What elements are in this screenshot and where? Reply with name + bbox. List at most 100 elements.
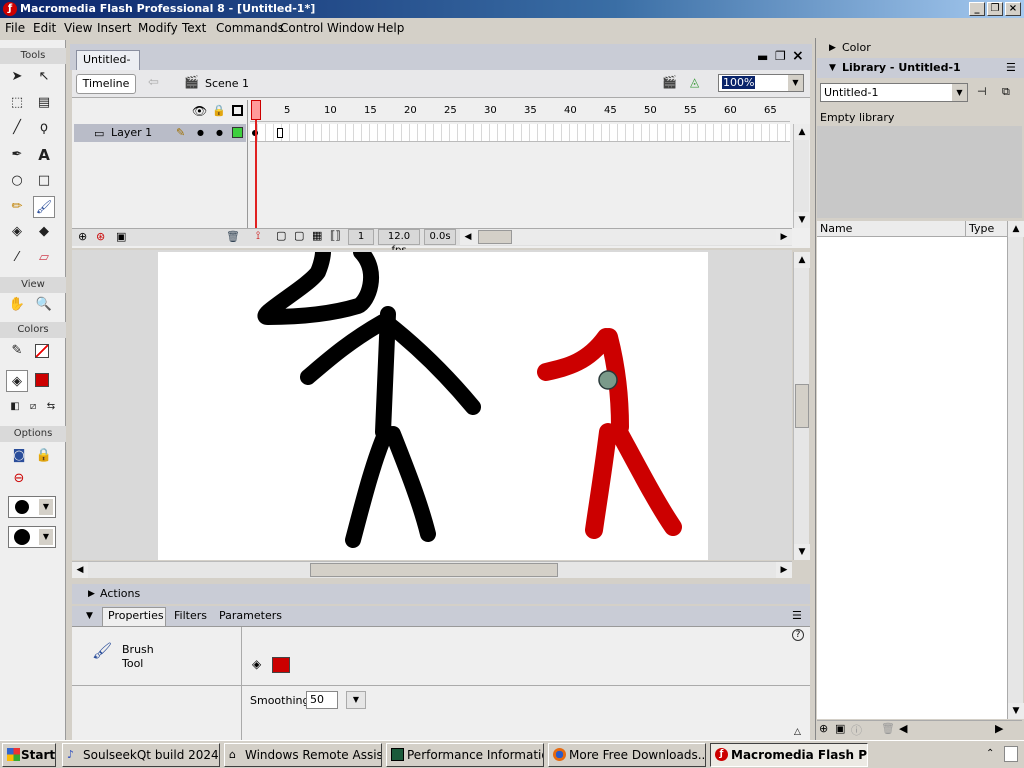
menu-window[interactable]: Window — [327, 21, 374, 35]
expand-arrow-icon[interactable]: ▶ — [88, 584, 95, 604]
chevron-down-icon[interactable]: ▼ — [952, 84, 967, 101]
edit-multiple-icon[interactable]: ▦ — [312, 229, 322, 242]
tab-filters[interactable]: Filters — [174, 609, 207, 622]
timeline-hscroll[interactable]: ◀ ▶ — [460, 229, 792, 245]
layer-lock-dot-icon[interactable]: ● — [216, 124, 223, 142]
stage-canvas[interactable] — [158, 244, 708, 560]
menu-insert[interactable]: Insert — [97, 21, 131, 35]
insert-layer-icon[interactable]: ⊕ — [78, 230, 87, 243]
properties-icon[interactable]: ⓘ — [851, 722, 862, 738]
scene-label[interactable]: Scene 1 — [205, 77, 249, 90]
text-tool-icon[interactable]: A — [33, 144, 55, 166]
brush-mode-select-icon[interactable]: ⊖ — [8, 468, 30, 490]
scroll-right-icon[interactable]: ▶ — [776, 229, 792, 245]
stroke-color-swatch[interactable] — [35, 344, 49, 358]
collapse-arrow-icon[interactable]: ▼ — [829, 58, 836, 78]
doc-minimize-icon[interactable]: ▬ — [757, 50, 768, 64]
library-panel-header[interactable]: ▼ Library - Untitled-1 ☰ — [817, 58, 1024, 78]
show-hide-eye-icon[interactable]: 👁 — [192, 104, 207, 118]
menu-control[interactable]: Control — [280, 21, 323, 35]
hand-tool-icon[interactable]: ✋ — [6, 294, 28, 316]
expand-panel-icon[interactable]: △ — [794, 727, 801, 737]
edit-symbols-icon[interactable]: ◬ — [690, 75, 699, 89]
minimize-button[interactable]: _ — [969, 2, 985, 16]
frame-row[interactable] — [250, 124, 790, 142]
oval-tool-icon[interactable]: ○ — [6, 170, 28, 192]
timeline-toggle-button[interactable]: Timeline — [76, 74, 136, 94]
tab-properties[interactable]: Properties — [108, 609, 164, 622]
menu-help[interactable]: Help — [377, 21, 404, 35]
tray-expand-icon[interactable]: ⌃ — [986, 744, 1000, 764]
paint-bucket-tool-icon[interactable]: ◆ — [33, 221, 55, 243]
new-library-icon[interactable]: ⧉ — [1002, 85, 1010, 99]
doc-close-icon[interactable]: × — [792, 48, 804, 64]
line-tool-icon[interactable]: ╱ — [6, 117, 28, 139]
color-panel-header[interactable]: ▶ Color — [817, 38, 1024, 58]
free-transform-tool-icon[interactable]: ⬚ — [6, 92, 28, 114]
help-icon[interactable]: ? — [792, 629, 804, 641]
column-name[interactable]: Name — [820, 221, 852, 237]
menu-view[interactable]: View — [64, 21, 92, 35]
library-select[interactable]: Untitled-1 — [820, 83, 968, 102]
eyedropper-tool-icon[interactable]: ⁄ — [6, 247, 28, 269]
expand-arrow-icon[interactable]: ▶ — [829, 38, 836, 58]
document-tab[interactable]: Untitled-1* — [76, 50, 140, 84]
scroll-left-icon[interactable]: ◀ — [72, 562, 88, 578]
new-folder-icon[interactable]: ▣ — [835, 722, 845, 735]
doc-restore-icon[interactable]: ❐ — [775, 49, 786, 63]
edit-scene-icon[interactable]: 🎬 — [662, 75, 677, 89]
task-remote-assistance[interactable]: ⌂ Windows Remote Assista... — [224, 743, 382, 767]
add-motion-guide-icon[interactable]: ⊛ — [96, 230, 105, 243]
scroll-up-icon[interactable]: ▲ — [794, 252, 810, 268]
zoom-tool-icon[interactable]: 🔍 — [33, 294, 55, 316]
rectangle-tool-icon[interactable]: □ — [33, 170, 55, 192]
pin-library-icon[interactable]: ⊣ — [977, 85, 987, 98]
brush-mode-icon[interactable]: ◙ — [8, 445, 30, 467]
panel-options-icon[interactable]: ☰ — [792, 606, 802, 626]
lasso-tool-icon[interactable]: ϙ — [33, 117, 55, 139]
gradient-transform-tool-icon[interactable]: ▤ — [33, 92, 55, 114]
eraser-tool-icon[interactable]: ▱ — [33, 247, 55, 269]
close-button[interactable]: × — [1005, 2, 1021, 16]
scroll-down-icon[interactable]: ▼ — [794, 212, 810, 228]
menu-edit[interactable]: Edit — [33, 21, 56, 35]
scroll-up-icon[interactable]: ▲ — [1008, 221, 1024, 237]
actions-label[interactable]: Actions — [100, 584, 140, 604]
collapse-arrow-icon[interactable]: ▼ — [86, 606, 93, 626]
onion-outline-icon[interactable]: ▢ — [294, 229, 304, 242]
task-flash[interactable]: ƒ Macromedia Flash Pr... — [710, 743, 868, 767]
outline-layers-icon[interactable] — [232, 105, 243, 116]
scroll-thumb[interactable] — [478, 230, 512, 244]
new-symbol-icon[interactable]: ⊕ — [819, 722, 828, 735]
smoothing-input[interactable]: 50 — [306, 691, 338, 709]
center-frame-icon[interactable]: ⟟ — [256, 229, 260, 243]
swap-colors-icon[interactable]: ⇆ — [40, 396, 62, 418]
onion-markers-icon[interactable]: ⟦⟧ — [330, 229, 341, 242]
fill-color-swatch[interactable] — [35, 373, 49, 387]
ink-bottle-tool-icon[interactable]: ◈ — [6, 221, 28, 243]
library-vscroll[interactable]: ▲ ▼ — [1007, 221, 1024, 719]
scroll-down-icon[interactable]: ▼ — [794, 544, 810, 560]
start-button[interactable]: Start — [2, 743, 56, 767]
menu-file[interactable]: File — [5, 21, 25, 35]
scroll-down-icon[interactable]: ▼ — [1008, 703, 1024, 719]
zoom-dropdown-icon[interactable]: ▼ — [788, 75, 803, 91]
layer-name[interactable]: Layer 1 — [111, 124, 152, 142]
fill-color-swatch[interactable] — [272, 657, 290, 673]
scroll-thumb[interactable] — [310, 563, 558, 577]
playhead[interactable] — [251, 100, 261, 120]
task-soulseek[interactable]: ♪ SoulseekQt build 2024.2.... — [62, 743, 220, 767]
menu-modify[interactable]: Modify — [138, 21, 178, 35]
pencil-tool-icon[interactable]: ✏ — [6, 196, 28, 218]
smoothing-dropdown-icon[interactable]: ▼ — [346, 691, 366, 709]
layer-row[interactable]: ▭ Layer 1 ✎ ● ● — [74, 124, 246, 142]
menu-commands[interactable]: Commands — [216, 21, 284, 35]
scroll-left-icon[interactable]: ◀ — [460, 229, 476, 245]
panel-options-icon[interactable]: ☰ — [1006, 58, 1016, 78]
back-arrow-icon[interactable]: ⇦ — [148, 75, 159, 90]
scroll-right-icon[interactable]: ▶ — [995, 722, 1003, 735]
menu-text[interactable]: Text — [182, 21, 206, 35]
frame-rate[interactable]: 12.0 fps — [378, 229, 420, 256]
layer-outline-color-icon[interactable] — [232, 127, 243, 138]
scroll-right-icon[interactable]: ▶ — [776, 562, 792, 578]
